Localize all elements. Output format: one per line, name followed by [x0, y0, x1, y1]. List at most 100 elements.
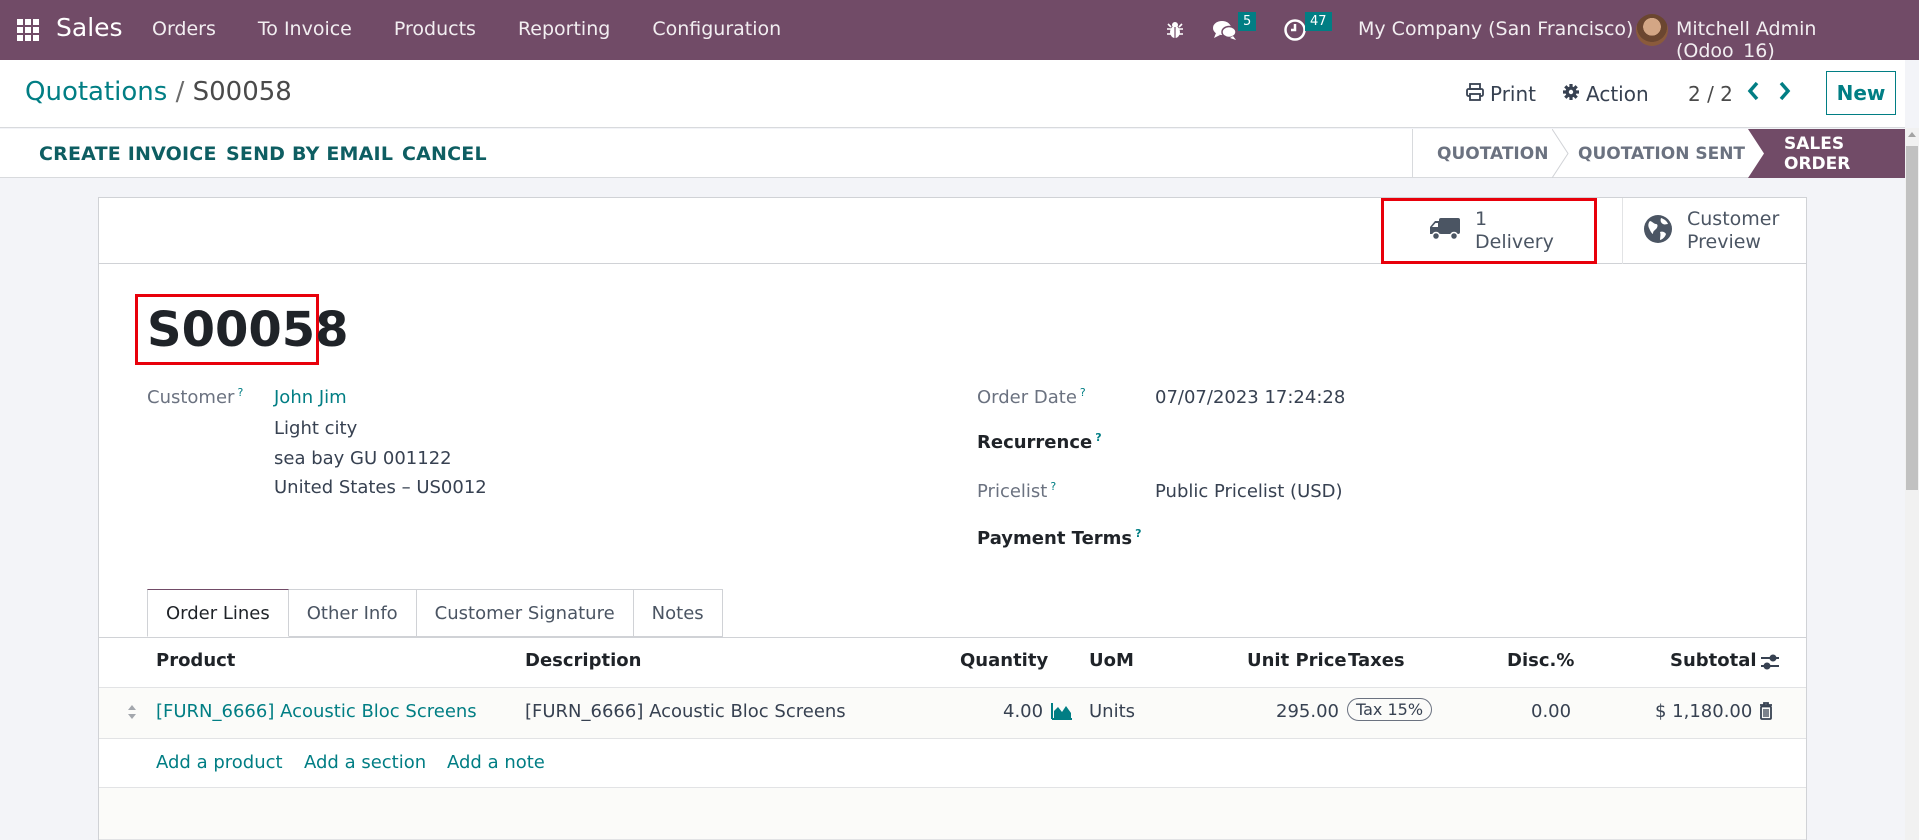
delivery-highlight-box — [1381, 198, 1597, 264]
delete-trash-icon[interactable] — [1759, 702, 1773, 725]
pricelist-label: Pricelist? — [977, 480, 1056, 502]
tab-other-info[interactable]: Other Info — [288, 589, 417, 637]
tab-notes[interactable]: Notes — [633, 589, 723, 637]
app-menu-icon[interactable] — [17, 19, 39, 41]
messages-icon[interactable] — [1212, 19, 1238, 46]
stage-sales-order[interactable]: SALES ORDER — [1748, 129, 1905, 178]
forecast-chart-icon[interactable] — [1051, 702, 1073, 725]
breadcrumb-separator: / — [175, 77, 185, 107]
add-product-link[interactable]: Add a product — [156, 752, 283, 773]
gear-icon — [1562, 82, 1580, 106]
row-unit-price[interactable]: 295.00 — [1276, 701, 1339, 722]
menu-reporting[interactable]: Reporting — [518, 18, 610, 40]
column-uom[interactable]: UoM — [1089, 650, 1134, 671]
customer-preview-smart-button[interactable]: Customer Preview — [1622, 198, 1806, 264]
printer-icon — [1466, 82, 1484, 106]
address-line-2: sea bay GU 001122 — [274, 448, 452, 469]
breadcrumb: Quotations / S00058 — [25, 77, 292, 107]
top-navbar: Sales Orders To Invoice Products Reporti… — [0, 0, 1919, 62]
stage-quotation[interactable]: QUOTATION — [1412, 129, 1552, 178]
control-panel: Quotations / S00058 Print Action 2 / 2 — [0, 60, 1905, 128]
vertical-scrollbar[interactable] — [1905, 128, 1919, 840]
pricelist-label-text: Pricelist — [977, 481, 1048, 502]
menu-configuration[interactable]: Configuration — [652, 18, 781, 40]
breadcrumb-quotations[interactable]: Quotations — [25, 77, 167, 107]
drag-handle-icon[interactable] — [127, 704, 137, 725]
row-tax-tag[interactable]: Tax 15% — [1347, 698, 1433, 721]
row-discount[interactable]: 0.00 — [1531, 701, 1571, 722]
pricelist-value[interactable]: Public Pricelist (USD) — [1155, 481, 1343, 502]
row-product[interactable]: [FURN_6666] Acoustic Bloc Screens — [156, 701, 477, 722]
company-switcher[interactable]: My Company (San Francisco) — [1358, 18, 1633, 40]
recurrence-help-icon[interactable]: ? — [1095, 431, 1101, 444]
address-line-1: Light city — [274, 418, 358, 439]
scroll-up-arrow-icon[interactable] — [1908, 132, 1916, 137]
stage-quotation-sent[interactable]: QUOTATION SENT — [1552, 129, 1748, 178]
app-name[interactable]: Sales — [56, 13, 123, 42]
activities-badge: 47 — [1305, 12, 1332, 31]
debug-bug-icon[interactable] — [1166, 20, 1184, 45]
order-date-label: Order Date? — [977, 386, 1086, 408]
payment-terms-label: Payment Terms? — [977, 527, 1142, 549]
user-avatar[interactable] — [1636, 14, 1668, 46]
empty-table-row — [99, 788, 1806, 840]
column-subtotal[interactable]: Subtotal — [1670, 650, 1757, 671]
add-note-link[interactable]: Add a note — [447, 752, 545, 773]
pager-value[interactable]: 2 / 2 — [1688, 82, 1733, 106]
pager-previous-icon[interactable] — [1746, 80, 1760, 108]
tab-customer-signature[interactable]: Customer Signature — [416, 589, 634, 637]
activities-clock-icon[interactable] — [1283, 18, 1307, 47]
stage-quotation-sent-label: QUOTATION SENT — [1578, 143, 1746, 164]
menu-orders[interactable]: Orders — [152, 18, 216, 40]
order-date-value[interactable]: 07/07/2023 17:24:28 — [1155, 387, 1345, 408]
column-description[interactable]: Description — [525, 650, 641, 671]
pricelist-help-icon[interactable]: ? — [1050, 480, 1056, 493]
form-sheet: 1 Delivery Customer Preview S00058 Custo… — [98, 197, 1807, 840]
customer-help-icon[interactable]: ? — [237, 386, 243, 399]
order-date-help-icon[interactable]: ? — [1080, 386, 1086, 399]
column-discount[interactable]: Disc.% — [1507, 650, 1574, 671]
user-menu[interactable]: Mitchell Admin (Odoo_16) — [1676, 18, 1919, 62]
address-line-3: United States – US0012 — [274, 477, 487, 498]
status-bar: QUOTATION QUOTATION SENT SALES ORDER — [1412, 129, 1905, 178]
row-description[interactable]: [FURN_6666] Acoustic Bloc Screens — [525, 701, 846, 722]
new-button[interactable]: New — [1826, 71, 1896, 115]
print-label: Print — [1490, 82, 1537, 106]
tab-order-lines[interactable]: Order Lines — [147, 589, 289, 637]
send-by-email-button[interactable]: SEND BY EMAIL — [226, 143, 393, 165]
add-section-link[interactable]: Add a section — [304, 752, 426, 773]
messages-badge: 5 — [1238, 12, 1257, 31]
tabs-divider — [99, 637, 1806, 638]
recurrence-label-text: Recurrence — [977, 432, 1093, 453]
action-button[interactable]: Action — [1562, 82, 1649, 106]
row-uom[interactable]: Units — [1089, 701, 1135, 722]
print-button[interactable]: Print — [1466, 82, 1536, 106]
recurrence-label: Recurrence? — [977, 431, 1102, 453]
payment-terms-label-text: Payment Terms — [977, 528, 1133, 549]
column-taxes[interactable]: Taxes — [1348, 650, 1405, 671]
scroll-thumb[interactable] — [1906, 146, 1918, 490]
customer-preview-line1: Customer — [1687, 208, 1780, 230]
order-reference: S00058 — [147, 302, 349, 358]
column-unit-price[interactable]: Unit Price — [1247, 650, 1347, 671]
column-quantity[interactable]: Quantity — [960, 650, 1048, 671]
column-product[interactable]: Product — [156, 650, 235, 671]
pager-next-icon[interactable] — [1778, 80, 1792, 108]
status-row: CREATE INVOICE SEND BY EMAIL CANCEL QUOT… — [0, 129, 1905, 178]
stage-quotation-label: QUOTATION — [1437, 143, 1549, 164]
stage-sales-order-label: SALES ORDER — [1784, 133, 1851, 174]
cancel-button[interactable]: CANCEL — [402, 143, 487, 165]
create-invoice-button[interactable]: CREATE INVOICE — [39, 143, 217, 165]
customer-name-link[interactable]: John Jim — [274, 387, 347, 408]
payment-terms-help-icon[interactable]: ? — [1135, 527, 1141, 540]
menu-products[interactable]: Products — [394, 18, 476, 40]
globe-icon — [1643, 214, 1673, 249]
optional-columns-toggle-icon[interactable] — [1760, 653, 1780, 676]
customer-preview-line2: Preview — [1687, 231, 1761, 253]
order-date-label-text: Order Date — [977, 387, 1077, 408]
customer-label-text: Customer — [147, 387, 235, 408]
menu-to-invoice[interactable]: To Invoice — [258, 18, 352, 40]
row-quantity[interactable]: 4.00 — [1003, 701, 1043, 722]
notebook-tabs: Order Lines Other Info Customer Signatur… — [147, 589, 723, 637]
customer-label: Customer? — [147, 386, 243, 408]
